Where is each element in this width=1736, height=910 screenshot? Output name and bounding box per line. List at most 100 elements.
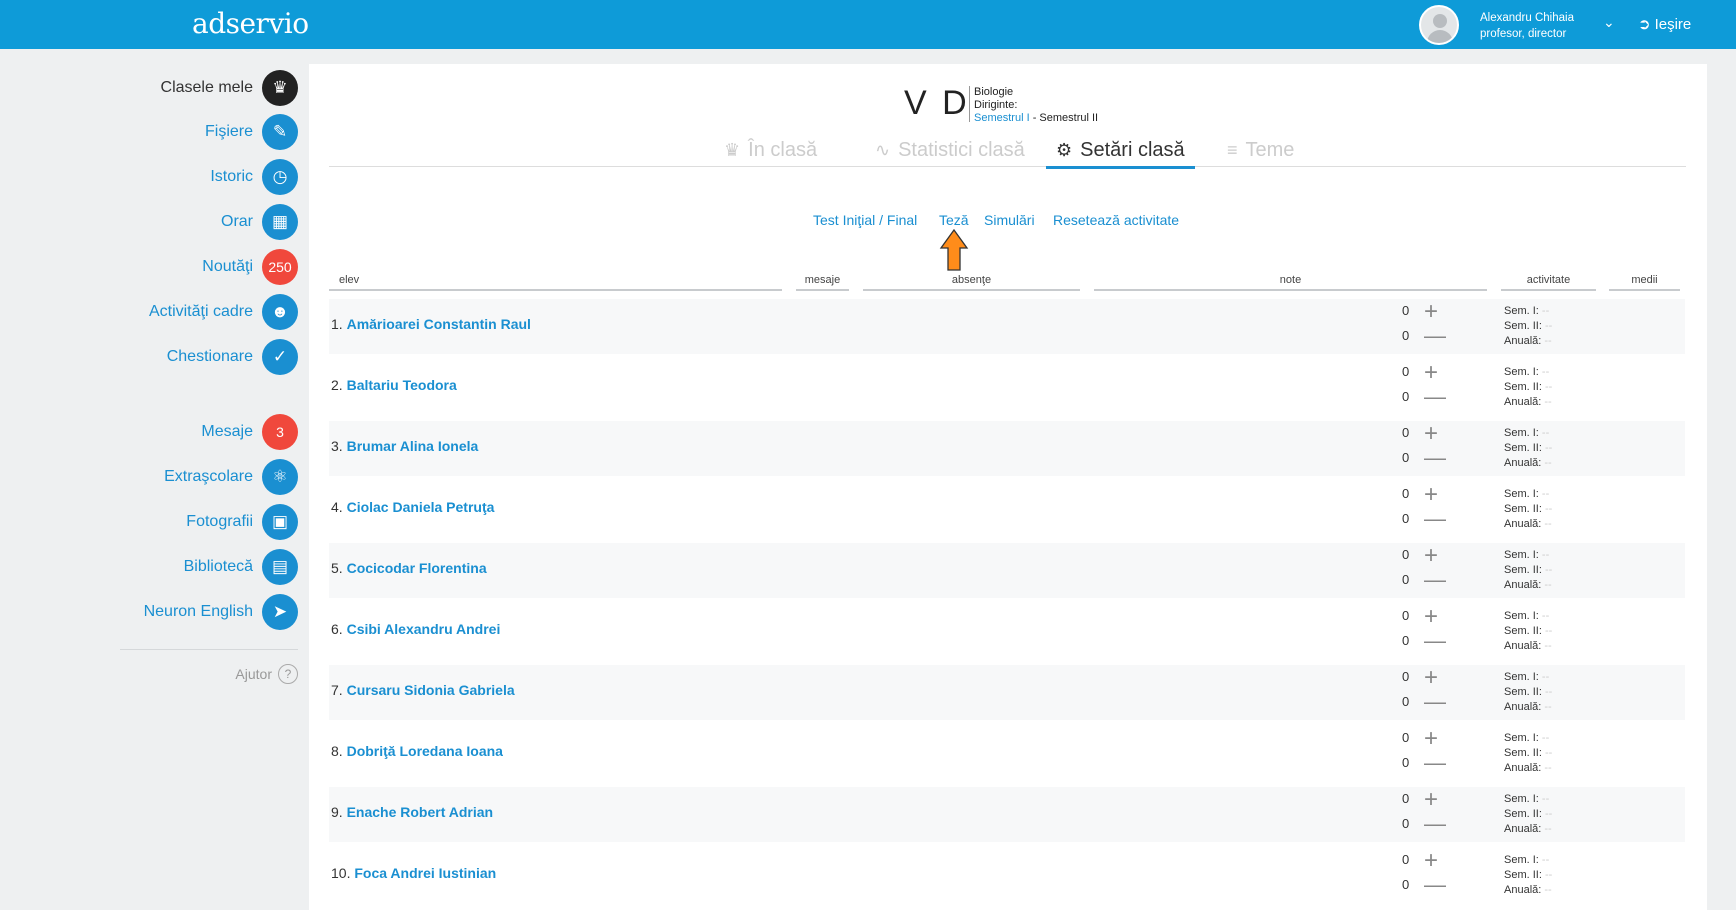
row-number: 4. — [331, 499, 343, 515]
minus-icon[interactable]: — — [1424, 750, 1446, 776]
calendar-icon: ▦ — [262, 204, 298, 240]
minus-icon[interactable]: — — [1424, 628, 1446, 654]
plus-icon[interactable]: + — [1424, 298, 1438, 326]
sidebar-item-biblioteca[interactable]: Bibliotecă ▤ — [184, 548, 298, 586]
minus-icon[interactable]: — — [1424, 872, 1446, 898]
plus-icon[interactable]: + — [1424, 603, 1438, 631]
sidebar-item-neuron-english[interactable]: Neuron English ➤ — [144, 593, 298, 631]
chevron-down-icon[interactable]: ⌄ — [1603, 14, 1615, 31]
activity-plus-count: 0 — [1402, 852, 1410, 867]
plus-icon[interactable]: + — [1424, 664, 1438, 692]
average-value: -- — [1544, 320, 1553, 332]
activity-minus-count: 0 — [1402, 389, 1410, 404]
tabs: ♛ În clasă ∿ Statistici clasă ⚙ Setări clas… — [329, 139, 1686, 169]
average-label: Anuală: — [1504, 884, 1542, 896]
average-annual: Anuală: -- — [1504, 517, 1552, 532]
plus-icon[interactable]: + — [1424, 542, 1438, 570]
sidebar-item-label: Extraşcolare — [164, 468, 253, 485]
sidebar-item-label: Mesaje — [201, 423, 253, 440]
avatar[interactable] — [1419, 5, 1459, 45]
sidebar-item-fisiere[interactable]: Fişiere ✎ — [205, 113, 298, 151]
row-number: 6. — [331, 621, 343, 637]
homework-icon: ≡ — [1227, 140, 1238, 160]
average-label: Sem. II: — [1504, 625, 1542, 637]
average-sem1: Sem. I: -- — [1504, 365, 1549, 380]
student-name-link[interactable]: Cocicodar Florentina — [347, 560, 487, 576]
plus-icon[interactable]: + — [1424, 847, 1438, 875]
top-bar: adservio Alexandru Chihaia profesor, dir… — [0, 0, 1736, 49]
sidebar-item-chestionare[interactable]: Chestionare ✓ — [167, 338, 298, 376]
average-value: -- — [1544, 823, 1552, 835]
table-row: 2. Baltariu Teodora 0 +0 — Sem. I: -- Sem. II… — [329, 359, 1685, 415]
plus-icon[interactable]: + — [1424, 786, 1438, 814]
average-value: -- — [1544, 640, 1552, 652]
tab-teme[interactable]: ≡ Teme — [1227, 139, 1294, 162]
average-sem1: Sem. I: -- — [1504, 487, 1549, 502]
student-name-link[interactable]: Dobriţă Loredana Ioana — [347, 743, 503, 759]
sidebar-item-noutati[interactable]: Noutăţi 250 — [202, 248, 298, 286]
minus-icon[interactable]: — — [1424, 506, 1446, 532]
student-name-link[interactable]: Amărioarei Constantin Raul — [347, 316, 531, 332]
average-annual: Anuală: -- — [1504, 883, 1552, 898]
sidebar-item-activitati-cadre[interactable]: Activităţi cadre ☻ — [149, 293, 298, 331]
user-info[interactable]: Alexandru Chihaia profesor, director — [1480, 10, 1574, 42]
average-annual: Anuală: -- — [1504, 761, 1552, 776]
activity-minus-count: 0 — [1402, 572, 1410, 587]
student-name-link[interactable]: Foca Andrei Iustinian — [354, 865, 496, 881]
sidebar-item-orar[interactable]: Orar ▦ — [221, 203, 298, 241]
news-badge: 250 — [262, 249, 298, 285]
app-logo[interactable]: adservio — [192, 7, 309, 40]
plus-icon[interactable]: + — [1424, 481, 1438, 509]
student-name-cell: 8. Dobriţă Loredana Ioana — [331, 743, 503, 759]
table-row: 10. Foca Andrei Iustinian 0 +0— Sem. I: -- S… — [329, 847, 1685, 903]
average-annual: Anuală: -- — [1504, 700, 1552, 715]
average-value: -- — [1544, 869, 1553, 881]
average-label: Sem. II: — [1504, 747, 1542, 759]
help-link[interactable]: Ajutor? — [235, 664, 298, 684]
student-name-link[interactable]: Cursaru Sidonia Gabriela — [347, 682, 515, 698]
minus-icon[interactable]: — — [1424, 323, 1446, 349]
average-value: -- — [1544, 686, 1553, 698]
activity-minus-count: 0 — [1402, 877, 1410, 892]
tab-in-clasa[interactable]: ♛ În clasă — [724, 139, 817, 162]
subnav-reseteaza-activitate[interactable]: Resetează activitate — [1053, 212, 1179, 228]
tab-setari-clasa[interactable]: ⚙ Setări clasă — [1046, 139, 1195, 169]
student-name-link[interactable]: Ciolac Daniela Petruţa — [347, 499, 495, 515]
average-value: -- — [1541, 427, 1550, 439]
logout-icon: ➲ — [1638, 16, 1651, 33]
sidebar-item-istoric[interactable]: Istoric ◷ — [210, 158, 298, 196]
logout-button[interactable]: ➲ Ieşire — [1638, 15, 1691, 33]
minus-icon[interactable]: — — [1424, 567, 1446, 593]
sidebar-item-extrascolare[interactable]: Extraşcolare ⚛ — [164, 458, 298, 496]
minus-icon[interactable]: — — [1424, 384, 1446, 410]
student-name-link[interactable]: Csibi Alexandru Andrei — [347, 621, 501, 637]
average-label: Sem. II: — [1504, 381, 1542, 393]
tab-statistici-clasa[interactable]: ∿ Statistici clasă — [875, 139, 1025, 162]
minus-icon[interactable]: — — [1424, 445, 1446, 471]
subnav-test-initial-final[interactable]: Test Iniţial / Final — [813, 212, 917, 228]
sidebar-item-mesaje[interactable]: Mesaje 3 — [201, 413, 298, 451]
student-name-link[interactable]: Enache Robert Adrian — [347, 804, 494, 820]
average-value: -- — [1541, 732, 1550, 744]
activity-plus-count: 0 — [1402, 364, 1410, 379]
student-name-cell: 2. Baltariu Teodora — [331, 377, 457, 393]
average-sem2: Sem. II: -- — [1504, 502, 1552, 517]
subnav-simulari[interactable]: Simulări — [984, 212, 1035, 228]
average-label: Sem. I: — [1504, 488, 1539, 500]
minus-icon[interactable]: — — [1424, 811, 1446, 837]
average-value: -- — [1541, 366, 1550, 378]
sidebar-item-clasele-mele[interactable]: Clasele mele ♛ — [161, 69, 298, 107]
average-sem1: Sem. I: -- — [1504, 426, 1549, 441]
minus-icon[interactable]: — — [1424, 689, 1446, 715]
logout-label: Ieşire — [1654, 16, 1692, 33]
class-icon: ♛ — [262, 70, 298, 106]
subnav-teza[interactable]: Teză — [939, 212, 969, 228]
plus-icon[interactable]: + — [1424, 420, 1438, 448]
table-row: 8. Dobriţă Loredana Ioana 0 +0— Sem. I: -- S… — [329, 725, 1685, 781]
student-name-link[interactable]: Brumar Alina Ionela — [347, 438, 479, 454]
semester-1-link[interactable]: Semestrul I — [974, 112, 1030, 124]
student-name-link[interactable]: Baltariu Teodora — [347, 377, 457, 393]
plus-icon[interactable]: + — [1424, 725, 1438, 753]
plus-icon[interactable]: + — [1424, 359, 1438, 387]
sidebar-item-fotografii[interactable]: Fotografii ▣ — [186, 503, 298, 541]
